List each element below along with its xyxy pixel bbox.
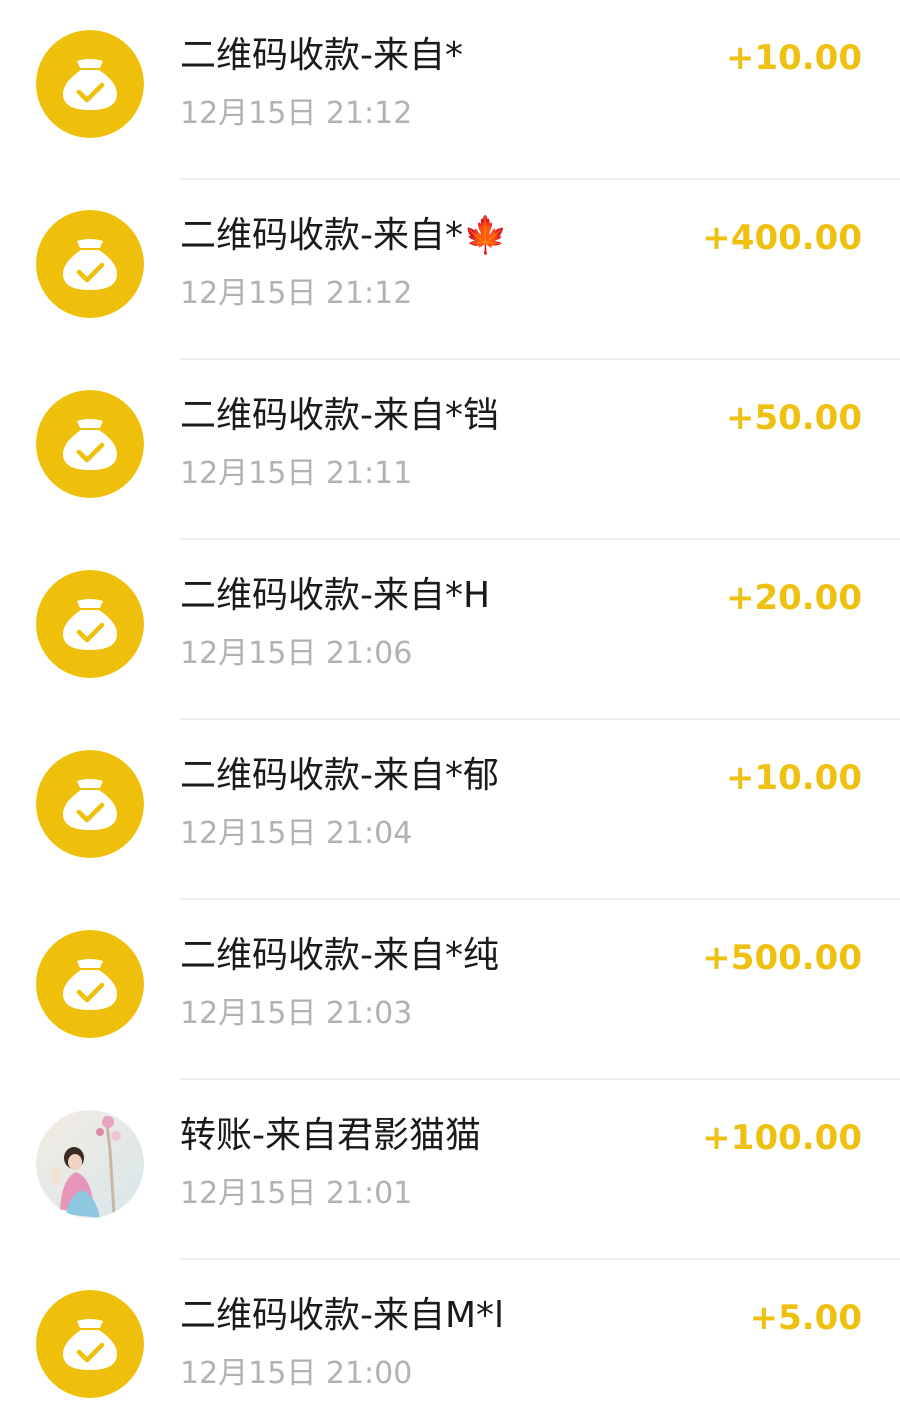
- transaction-row[interactable]: 二维码收款-来自M*l 12月15日 21:00 +5.00: [0, 1260, 900, 1413]
- transaction-title: 二维码收款-来自*铛: [180, 395, 499, 436]
- money-bag-check-icon: [36, 30, 144, 138]
- transaction-row[interactable]: 二维码收款-来自*H 12月15日 21:06 +20.00: [0, 540, 900, 720]
- transaction-row[interactable]: 二维码收款-来自*纯 12月15日 21:03 +500.00: [0, 900, 900, 1080]
- transaction-title: 二维码收款-来自*郁: [180, 755, 499, 796]
- transaction-amount: +10.00: [725, 758, 862, 798]
- transaction-time: 12月15日 21:01: [180, 1176, 413, 1211]
- transaction-amount: +5.00: [749, 1298, 862, 1338]
- transaction-amount: +20.00: [725, 578, 862, 618]
- transaction-row[interactable]: 二维码收款-来自*铛 12月15日 21:11 +50.00: [0, 360, 900, 540]
- transaction-time: 12月15日 21:12: [180, 96, 413, 131]
- transaction-list: 二维码收款-来自* 12月15日 21:12 +10.00 二维码收款-来自*🍁…: [0, 0, 900, 1413]
- transaction-time: 12月15日 21:11: [180, 456, 413, 491]
- transaction-amount: +100.00: [702, 1118, 862, 1158]
- transaction-amount: +500.00: [702, 938, 862, 978]
- transaction-title: 二维码收款-来自*纯: [180, 935, 499, 976]
- transaction-title: 二维码收款-来自M*l: [180, 1295, 505, 1336]
- money-bag-check-icon: [36, 750, 144, 858]
- transaction-row[interactable]: 二维码收款-来自* 12月15日 21:12 +10.00: [0, 0, 900, 180]
- money-bag-check-icon: [36, 930, 144, 1038]
- transaction-time: 12月15日 21:04: [180, 816, 413, 851]
- transaction-row[interactable]: 二维码收款-来自*郁 12月15日 21:04 +10.00: [0, 720, 900, 900]
- money-bag-check-icon: [36, 570, 144, 678]
- transaction-amount: +400.00: [702, 218, 862, 258]
- transaction-time: 12月15日 21:06: [180, 636, 413, 671]
- transaction-title: 转账-来自君影猫猫: [180, 1115, 481, 1156]
- money-bag-check-icon: [36, 1290, 144, 1398]
- transaction-time: 12月15日 21:12: [180, 276, 413, 311]
- transaction-title: 二维码收款-来自*H: [180, 575, 491, 616]
- user-avatar: [36, 1110, 144, 1218]
- transaction-time: 12月15日 21:03: [180, 996, 413, 1031]
- transaction-title: 二维码收款-来自*🍁: [180, 215, 508, 256]
- money-bag-check-icon: [36, 390, 144, 498]
- transaction-time: 12月15日 21:00: [180, 1356, 413, 1391]
- money-bag-check-icon: [36, 210, 144, 318]
- transaction-amount: +50.00: [725, 398, 862, 438]
- transaction-amount: +10.00: [725, 38, 862, 78]
- transaction-row[interactable]: 转账-来自君影猫猫 12月15日 21:01 +100.00: [0, 1080, 900, 1260]
- transaction-title: 二维码收款-来自*: [180, 35, 463, 76]
- transaction-row[interactable]: 二维码收款-来自*🍁 12月15日 21:12 +400.00: [0, 180, 900, 360]
